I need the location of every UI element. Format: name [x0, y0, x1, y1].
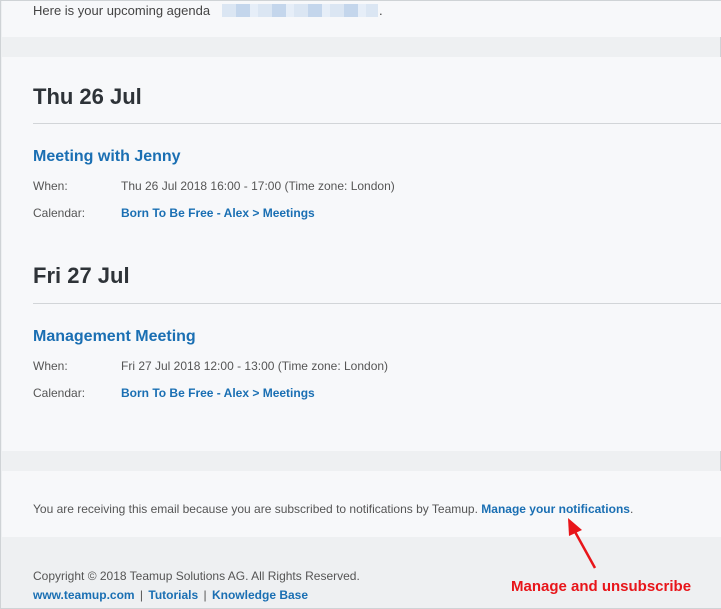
- when-value: Fri 27 Jul 2018 12:00 - 13:00 (Time zone…: [121, 359, 389, 373]
- divider: [33, 303, 721, 304]
- annotation-label: Manage and unsubscribe: [511, 578, 692, 595]
- intro-period: .: [379, 3, 383, 18]
- divider: [33, 123, 721, 124]
- link-separator: |: [203, 588, 207, 602]
- when-label: When:: [33, 179, 68, 193]
- calendar-link[interactable]: Born To Be Free - Alex > Meetings: [121, 206, 315, 220]
- when-value: Thu 26 Jul 2018 16:00 - 17:00 (Time zone…: [121, 179, 395, 193]
- knowledge-base-link[interactable]: Knowledge Base: [212, 588, 308, 602]
- intro-text: Here is your upcoming agenda: [33, 3, 211, 18]
- tutorials-link[interactable]: Tutorials: [148, 588, 198, 602]
- event-title-link[interactable]: Meeting with Jenny: [33, 148, 181, 166]
- website-link[interactable]: www.teamup.com: [33, 588, 135, 602]
- annotation-arrow-icon: [568, 518, 597, 569]
- calendar-link[interactable]: Born To Be Free - Alex > Meetings: [121, 386, 315, 400]
- email-frame: Here is your upcoming agenda . Thu 26 Ju…: [0, 0, 721, 609]
- calendar-label: Calendar:: [33, 206, 86, 220]
- agenda-section: Thu 26 Jul Meeting with Jenny When: Thu …: [2, 57, 721, 451]
- footer: Copyright © 2018 Teamup Solutions AG. Al…: [2, 537, 721, 608]
- link-separator: |: [139, 588, 144, 602]
- notice-period: .: [629, 502, 634, 516]
- day-heading: Thu 26 Jul: [33, 84, 142, 109]
- copyright-text: Copyright © 2018 Teamup Solutions AG. Al…: [33, 569, 360, 583]
- calendar-label: Calendar:: [33, 386, 86, 400]
- subscription-notice: You are receiving this email because you…: [2, 471, 721, 537]
- notice-text: You are receiving this email because you…: [33, 502, 478, 516]
- day-heading: Fri 27 Jul: [33, 263, 130, 288]
- event-title-link[interactable]: Management Meeting: [33, 328, 196, 346]
- when-label: When:: [33, 359, 68, 373]
- redacted-name: [222, 4, 378, 17]
- notice-line: You are receiving this email because you…: [33, 502, 633, 516]
- footer-links: www.teamup.com | Tutorials | Knowledge B…: [33, 588, 308, 602]
- intro-section: Here is your upcoming agenda .: [2, 1, 721, 37]
